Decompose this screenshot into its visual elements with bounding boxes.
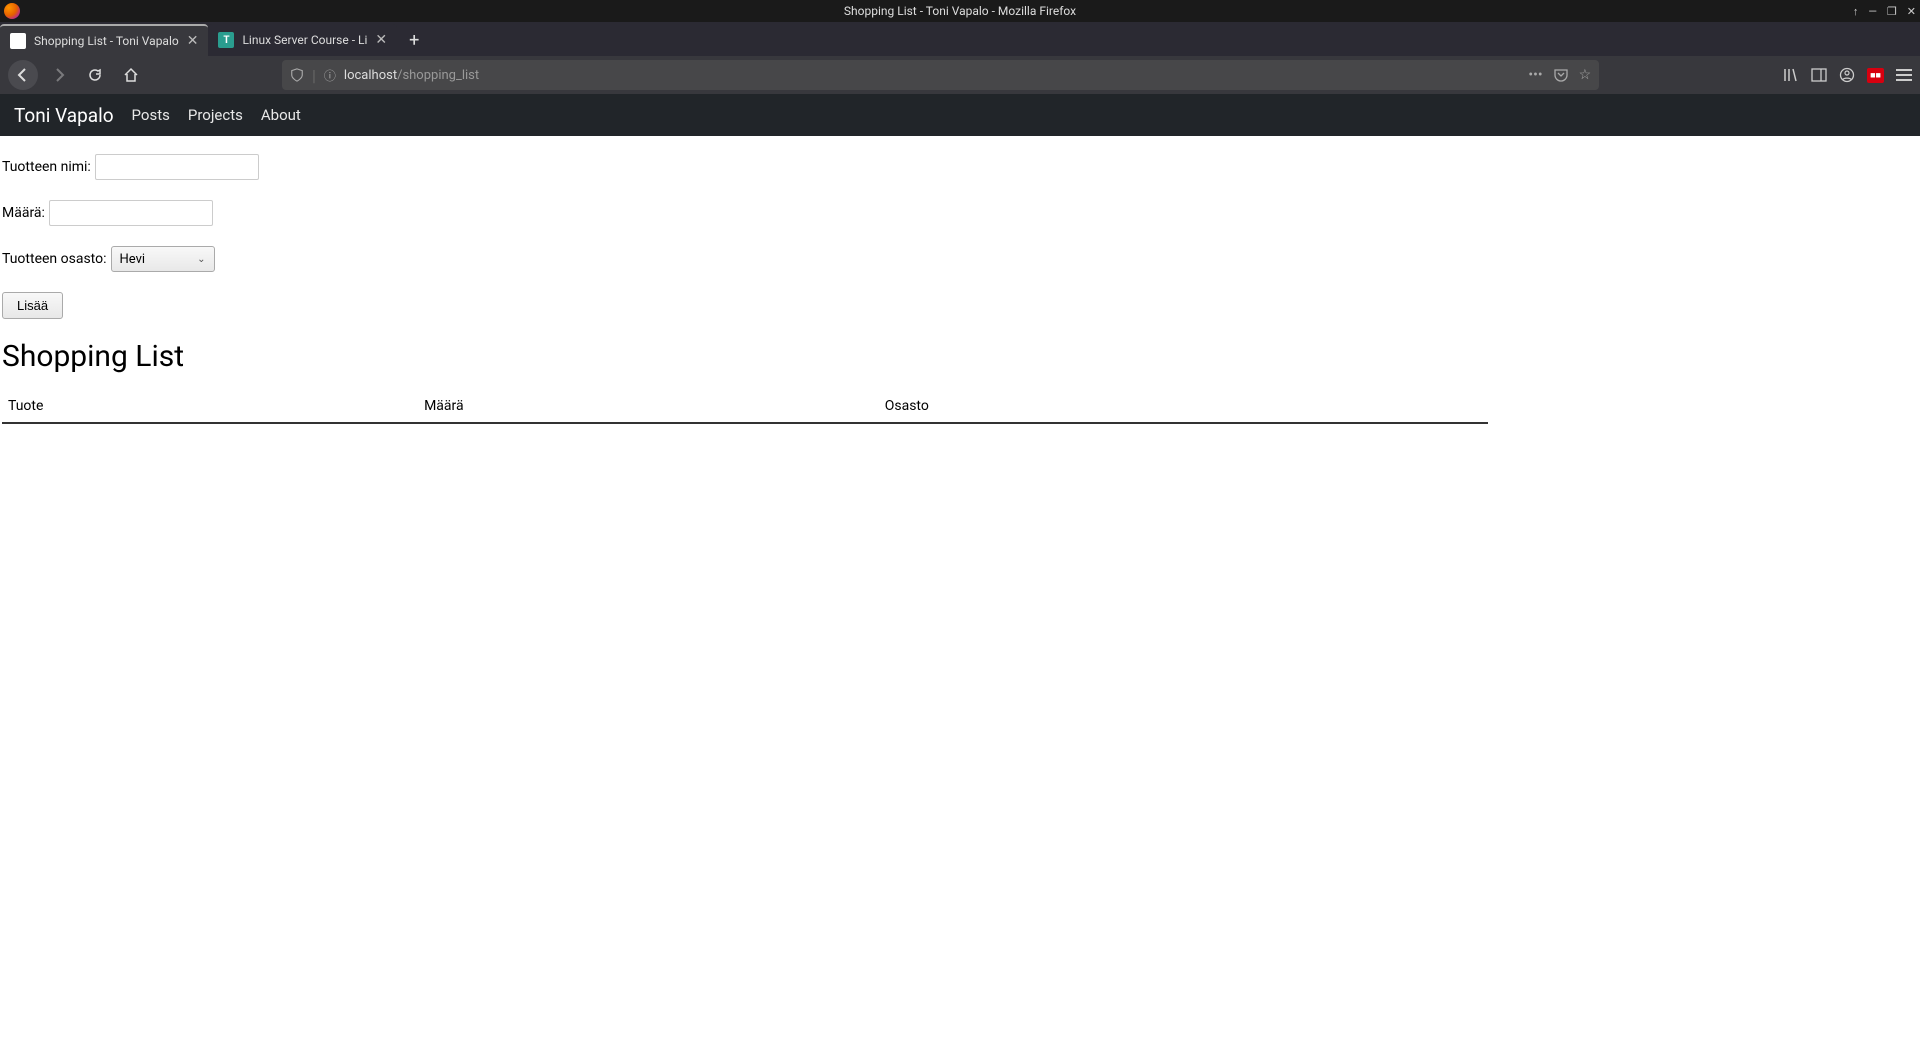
tab-close-icon[interactable]: ✕ (187, 33, 199, 49)
page-title: Shopping List (2, 339, 1918, 374)
home-button[interactable] (116, 60, 146, 90)
product-name-row: Tuotteen nimi: (2, 154, 1918, 180)
tab-label: Shopping List - Toni Vapalo (34, 34, 179, 48)
account-icon[interactable] (1839, 67, 1855, 83)
add-button[interactable]: Lisää (2, 292, 63, 319)
arrow-right-icon (51, 67, 67, 83)
tab-label: Linux Server Course - Li (242, 33, 367, 47)
product-name-input[interactable] (95, 154, 259, 180)
quantity-input[interactable] (49, 200, 213, 226)
back-button[interactable] (8, 60, 38, 90)
nav-link-posts[interactable]: Posts (132, 106, 170, 124)
new-tab-button[interactable]: + (397, 24, 431, 56)
window-titlebar: Shopping List - Toni Vapalo - Mozilla Fi… (0, 0, 1920, 22)
bookmark-star-icon[interactable]: ☆ (1579, 67, 1592, 83)
page-content: Tuotteen nimi: Määrä: Tuotteen osasto: H… (0, 136, 1920, 442)
url-bar[interactable]: | ⓘ localhost/shopping_list ••• ☆ (282, 60, 1599, 90)
window-up-icon[interactable]: ↑ (1853, 5, 1859, 18)
arrow-left-icon (15, 67, 31, 83)
favicon-blank-icon (10, 33, 26, 49)
url-text: localhost/shopping_list (344, 68, 1520, 83)
department-select[interactable]: Hevi ⌄ (111, 246, 215, 272)
window-title: Shopping List - Toni Vapalo - Mozilla Fi… (844, 4, 1076, 18)
reload-button[interactable] (80, 60, 110, 90)
nav-link-about[interactable]: About (261, 106, 301, 124)
shopping-list-table: Tuote Määrä Osasto (2, 390, 1488, 424)
column-header-quantity: Määrä (418, 390, 879, 423)
window-maximize-icon[interactable]: ❐ (1887, 5, 1897, 18)
forward-button[interactable] (44, 60, 74, 90)
more-icon[interactable]: ••• (1528, 67, 1542, 83)
quantity-label: Määrä: (2, 205, 45, 221)
browser-tabstrip: Shopping List - Toni Vapalo ✕ T Linux Se… (0, 22, 1920, 56)
site-brand[interactable]: Toni Vapalo (14, 104, 114, 127)
chevron-down-icon: ⌄ (197, 254, 205, 265)
column-header-department: Osasto (879, 390, 1488, 423)
tab-close-icon[interactable]: ✕ (375, 32, 387, 48)
toolbar-right: ■■ (1783, 67, 1912, 83)
window-controls: ↑ — ❐ ✕ (1853, 5, 1916, 18)
window-close-icon[interactable]: ✕ (1907, 5, 1916, 18)
shield-icon[interactable] (290, 68, 304, 82)
extension-badge-icon[interactable]: ■■ (1867, 68, 1884, 83)
sidebar-icon[interactable] (1811, 67, 1827, 83)
product-name-label: Tuotteen nimi: (2, 159, 91, 175)
quantity-row: Määrä: (2, 200, 1918, 226)
department-selected: Hevi (120, 252, 146, 267)
tab-linux-server[interactable]: T Linux Server Course - Li ✕ (208, 24, 397, 56)
submit-row: Lisää (2, 292, 1918, 319)
site-navbar: Toni Vapalo Posts Projects About (0, 94, 1920, 136)
library-icon[interactable] (1783, 67, 1799, 83)
table-header-row: Tuote Määrä Osasto (2, 390, 1488, 423)
url-actions: ••• ☆ (1528, 67, 1591, 83)
info-icon[interactable]: ⓘ (324, 67, 336, 84)
reload-icon (87, 67, 103, 83)
pocket-icon[interactable] (1553, 67, 1569, 83)
menu-button[interactable] (1896, 69, 1912, 81)
nav-link-projects[interactable]: Projects (188, 106, 243, 124)
home-icon (123, 67, 139, 83)
department-label: Tuotteen osasto: (2, 251, 107, 267)
department-row: Tuotteen osasto: Hevi ⌄ (2, 246, 1918, 272)
tab-shopping-list[interactable]: Shopping List - Toni Vapalo ✕ (0, 24, 208, 56)
column-header-product: Tuote (2, 390, 418, 423)
browser-toolbar: | ⓘ localhost/shopping_list ••• ☆ ■■ (0, 56, 1920, 94)
favicon-green-icon: T (218, 32, 234, 48)
window-minimize-icon[interactable]: — (1868, 5, 1877, 18)
firefox-icon (4, 3, 20, 19)
